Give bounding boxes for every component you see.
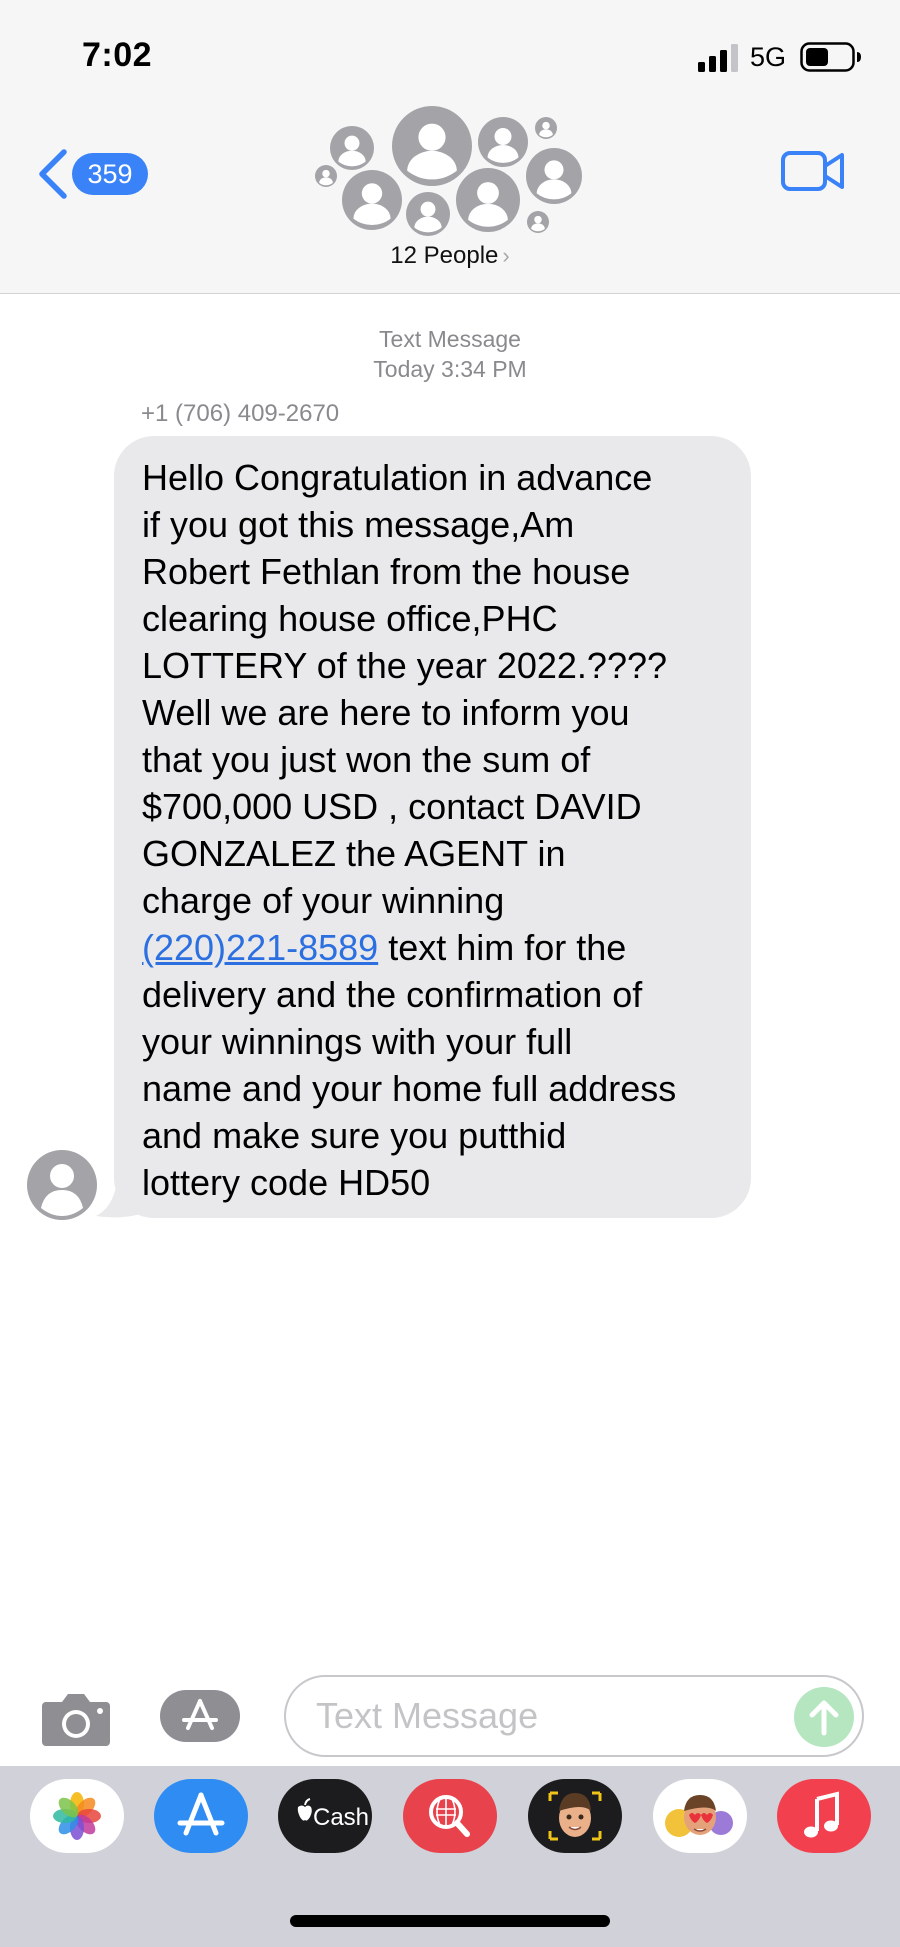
received-message-bubble[interactable]: Hello Congratulation in advance if you g… xyxy=(114,436,751,1218)
memoji-stickers-app-button[interactable] xyxy=(653,1779,747,1853)
message-line: Well we are here to inform you xyxy=(142,692,630,733)
group-avatar-cluster[interactable] xyxy=(310,104,600,238)
apple-cash-app-button[interactable]: Cash xyxy=(278,1779,372,1853)
message-line: Hello Congratulation in advance xyxy=(142,457,653,498)
message-line-with-link: (220)221-8589 text him for the xyxy=(142,924,731,971)
group-title[interactable]: 12 People › xyxy=(0,242,900,270)
cellular-signal-icon xyxy=(698,44,738,72)
sender-avatar-icon[interactable] xyxy=(27,1150,97,1220)
phone-number-link[interactable]: (220)221-8589 xyxy=(142,927,378,968)
memoji-stickers-icon xyxy=(653,1779,747,1853)
music-icon xyxy=(777,1779,871,1853)
message-line: and make sure you putthid xyxy=(142,1115,567,1156)
message-line: Robert Fethlan from the house xyxy=(142,551,631,592)
message-line: name and your home full address xyxy=(142,1068,677,1109)
photos-app-button[interactable] xyxy=(30,1779,124,1853)
group-title-text: 12 People xyxy=(390,242,499,269)
app-store-icon xyxy=(154,1779,248,1853)
unread-count-badge[interactable]: 359 xyxy=(72,153,148,195)
send-arrow-icon[interactable] xyxy=(794,1687,854,1747)
app-store-icon[interactable] xyxy=(160,1688,246,1744)
app-store-app-button[interactable] xyxy=(154,1779,248,1853)
conversation-header: 7:02 5G 359 12 People › xyxy=(0,0,900,294)
message-line: GONZALEZ the AGENT in xyxy=(142,833,566,874)
message-line: that you just won the sum of xyxy=(142,739,591,780)
sender-number: +1 (706) 409-2670 xyxy=(141,400,340,427)
service-label: Text Message xyxy=(379,326,521,352)
camera-icon[interactable] xyxy=(40,1688,112,1748)
status-time: 7:02 xyxy=(82,36,153,74)
home-indicator[interactable] xyxy=(290,1915,610,1927)
message-line: delivery and the confirmation of xyxy=(142,974,643,1015)
message-line: $700,000 USD , contact DAVID xyxy=(142,786,642,827)
memoji-icon xyxy=(528,1779,622,1853)
network-type: 5G xyxy=(750,42,787,72)
photos-icon xyxy=(30,1779,124,1853)
message-line: LOTTERY of the year 2022.???? xyxy=(142,645,668,686)
message-line: charge of your winning xyxy=(142,880,505,921)
apple-cash-label: Cash xyxy=(313,1804,369,1831)
message-timestamp: Text Message Today 3:34 PM xyxy=(0,324,900,384)
link-suffix-text: text him for the xyxy=(378,927,627,968)
memoji-app-button[interactable] xyxy=(528,1779,622,1853)
message-line: your winnings with your full xyxy=(142,1021,573,1062)
battery-icon xyxy=(800,42,861,72)
chevron-left-icon[interactable] xyxy=(36,148,70,200)
image-search-app-button[interactable] xyxy=(403,1779,497,1853)
message-text-field[interactable] xyxy=(284,1675,864,1757)
message-line: clearing house office,PHC xyxy=(142,598,558,639)
message-line: lottery code HD50 xyxy=(142,1162,431,1203)
chevron-right-icon: › xyxy=(502,243,510,268)
video-camera-icon[interactable] xyxy=(780,148,846,194)
timestamp-text: Today 3:34 PM xyxy=(373,356,527,382)
apple-cash-icon: Cash xyxy=(278,1779,372,1853)
music-app-button[interactable] xyxy=(777,1779,871,1853)
message-line: if you got this message,Am xyxy=(142,504,575,545)
message-input[interactable] xyxy=(316,1677,776,1755)
image-search-icon xyxy=(403,1779,497,1853)
